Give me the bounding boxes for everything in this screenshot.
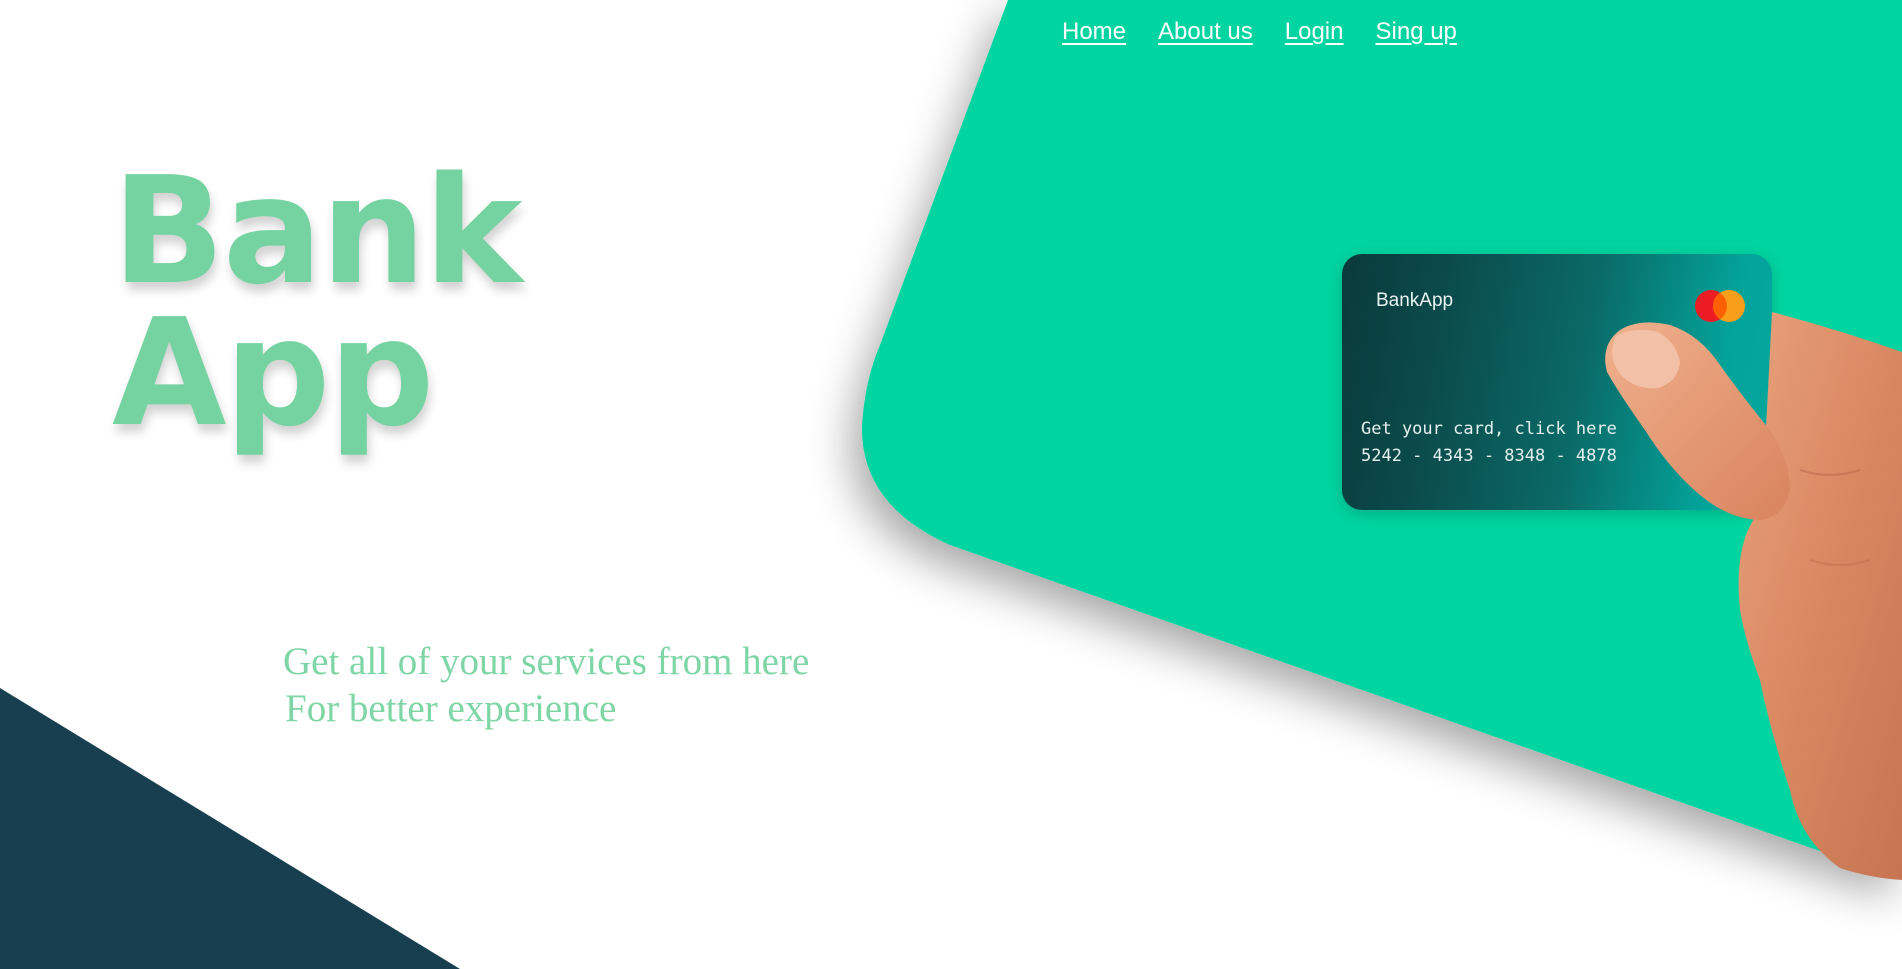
hero-title-line2: App: [112, 287, 434, 459]
mastercard-icon: [1695, 290, 1745, 322]
nav-home-link[interactable]: Home: [1062, 18, 1126, 46]
nav-signup-link[interactable]: Sing up: [1376, 18, 1457, 46]
card-text: Get your card, click here 5242 - 4343 - …: [1361, 416, 1617, 470]
tagline-line2: For better experience: [285, 687, 617, 730]
tagline-line1: Get all of your services from here: [283, 640, 810, 683]
nav-login-link[interactable]: Login: [1285, 18, 1344, 46]
bank-card[interactable]: BankApp Get your card, click here 5242 -…: [1342, 254, 1772, 510]
hero-title-line1: Bank: [112, 145, 522, 317]
card-brand-label: BankApp: [1376, 290, 1454, 311]
landing-page: Home About us Login Sing up Bank App Get…: [0, 0, 1902, 969]
nav-about-link[interactable]: About us: [1158, 18, 1253, 46]
hero-tagline: Get all of your services from here For b…: [283, 638, 809, 732]
card-cta-text[interactable]: Get your card, click here: [1361, 416, 1617, 443]
card-number: 5242 - 4343 - 8348 - 4878: [1361, 446, 1617, 466]
top-nav: Home About us Login Sing up: [1062, 18, 1457, 46]
hero-title: Bank App: [112, 145, 522, 459]
